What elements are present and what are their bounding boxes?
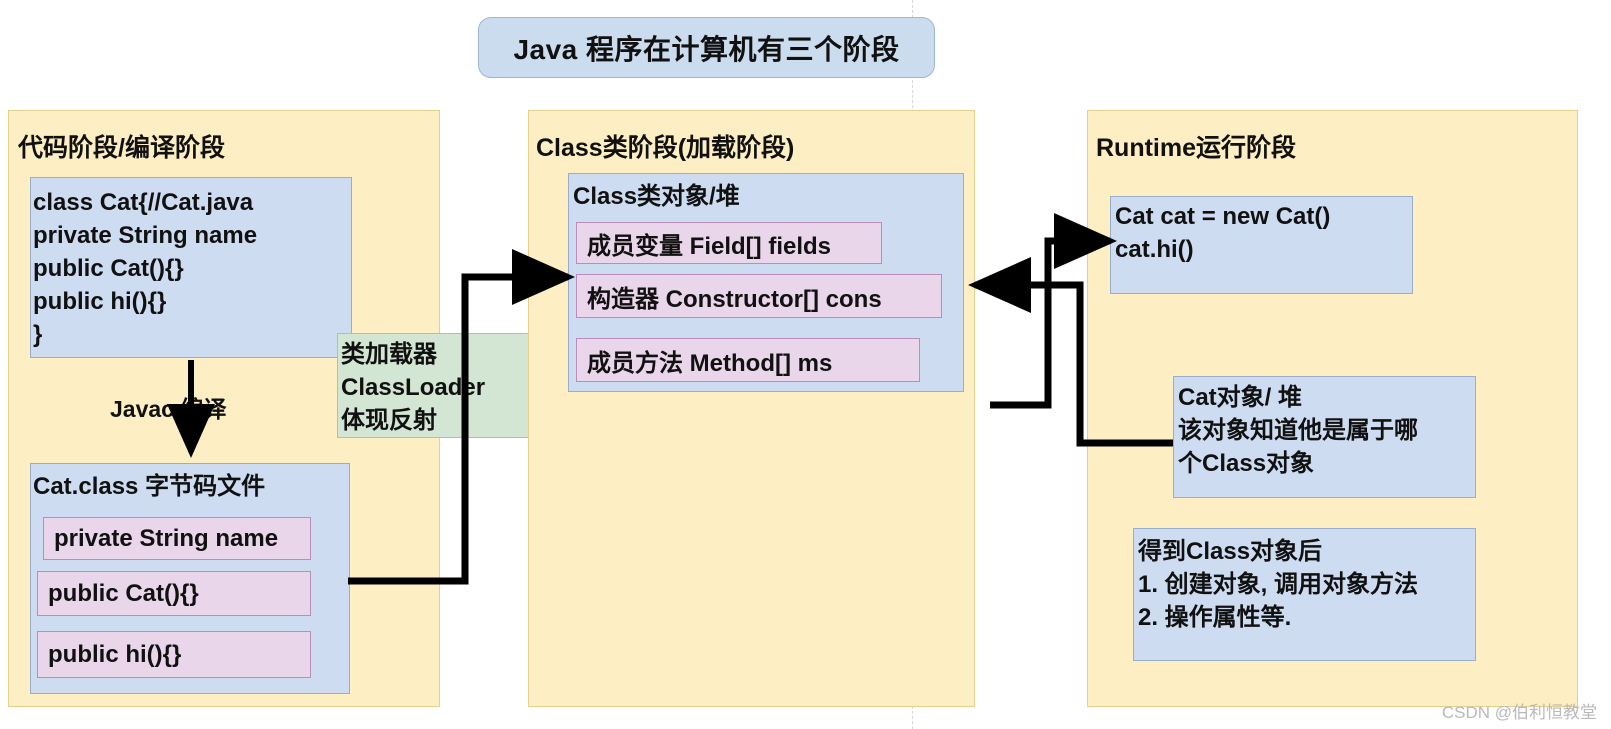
- csdn-watermark: CSDN @伯利恒教堂: [1441, 703, 1597, 722]
- class-file-member-constructor-label: public Cat(){}: [48, 579, 199, 607]
- class-file-heading: Cat.class 字节码文件: [33, 473, 266, 500]
- class-file-member-method-label: public hi(){}: [48, 640, 182, 668]
- class-object-heading: Class类对象/堆: [573, 183, 740, 210]
- class-object-constructors: 构造器 Constructor[] cons: [576, 274, 942, 318]
- class-file-member-method: public hi(){}: [37, 631, 311, 678]
- diagram-title: Java 程序在计算机有三个阶段: [478, 17, 935, 78]
- class-file-member-field: private String name: [43, 517, 311, 560]
- classloader-text: 类加载器 ClassLoader 体现反射: [341, 341, 486, 434]
- diagram-title-text: Java 程序在计算机有三个阶段: [513, 33, 900, 65]
- class-object-constructors-label: 构造器 Constructor[] cons: [587, 285, 882, 313]
- diagram-canvas: Java 程序在计算机有三个阶段 代码阶段/编译阶段 class Cat{//C…: [0, 0, 1611, 729]
- runtime-code-text: Cat cat = new Cat() cat.hi(): [1115, 203, 1331, 263]
- javac-label: Javac 编译: [110, 396, 227, 422]
- class-usage-text: 得到Class对象后 1. 创建对象, 调用对象方法 2. 操作属性等.: [1138, 538, 1419, 631]
- class-object-fields: 成员变量 Field[] fields: [576, 222, 882, 264]
- source-code-text: class Cat{//Cat.java private String name…: [33, 189, 258, 348]
- stage-title-runtime: Runtime运行阶段: [1096, 134, 1297, 162]
- class-file-member-constructor: public Cat(){}: [37, 571, 311, 616]
- class-object-methods: 成员方法 Method[] ms: [576, 338, 920, 382]
- stage-title-compile: 代码阶段/编译阶段: [18, 134, 225, 162]
- cat-object-text: Cat对象/ 堆 该对象知道他是属于哪 个Class对象: [1178, 384, 1418, 477]
- stage-title-class-load: Class类阶段(加载阶段): [536, 134, 795, 162]
- class-object-fields-label: 成员变量 Field[] fields: [587, 232, 832, 260]
- class-object-methods-label: 成员方法 Method[] ms: [587, 349, 833, 377]
- class-file-member-field-label: private String name: [54, 524, 279, 552]
